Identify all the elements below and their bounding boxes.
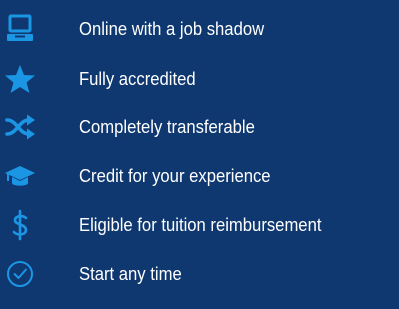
feature-item-transferable: Completely transferable — [0, 107, 399, 147]
feature-item-credit: Credit for your experience — [0, 156, 399, 196]
feature-item-start: Start any time — [0, 254, 399, 294]
feature-label: Online with a job shadow — [79, 18, 265, 39]
feature-label: Fully accredited — [79, 68, 196, 89]
graduation-cap-icon — [4, 160, 36, 192]
feature-list: Online with a job shadow Fully accredite… — [0, 0, 399, 309]
laptop-icon — [4, 13, 36, 45]
feature-label: Start any time — [79, 263, 182, 284]
clock-icon — [4, 258, 36, 290]
feature-label: Credit for your experience — [79, 165, 271, 186]
feature-item-accredited: Fully accredited — [0, 59, 399, 99]
shuffle-icon — [4, 111, 36, 143]
star-icon — [4, 63, 36, 95]
feature-label: Completely transferable — [79, 116, 255, 137]
feature-label: Eligible for tuition reimbursement — [79, 214, 322, 235]
feature-item-online: Online with a job shadow — [0, 9, 399, 49]
feature-item-reimbursement: Eligible for tuition reimbursement — [0, 205, 399, 245]
dollar-sign-icon — [4, 209, 36, 241]
